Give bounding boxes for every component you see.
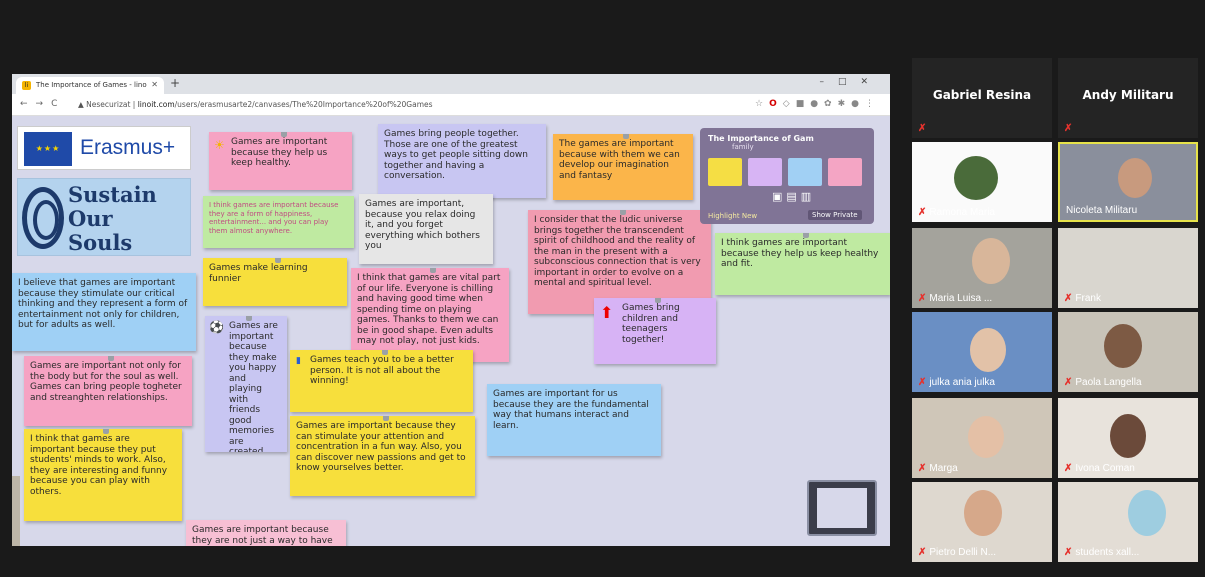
participant-tile[interactable]: ✗ Marga bbox=[912, 398, 1052, 478]
participant-name: students xall... bbox=[1075, 547, 1140, 558]
pink-sticky-swatch[interactable] bbox=[828, 158, 862, 186]
sticky-note[interactable]: Games are important not only for the bod… bbox=[24, 356, 192, 426]
sticky-note[interactable]: Games are important because they can sti… bbox=[290, 416, 475, 496]
lino-canvas[interactable]: ★★★ Erasmus+ Sustain Our Souls ☀ Games ar… bbox=[12, 116, 890, 546]
mic-muted-icon: ✗ bbox=[1064, 123, 1073, 134]
participant-name: Nicoleta Militaru bbox=[1066, 205, 1138, 216]
mic-muted-icon: ✗ bbox=[918, 293, 927, 304]
browser-tab[interactable]: li The Importance of Games - lino ✕ bbox=[16, 77, 164, 94]
participant-name: Gabriel Resina bbox=[932, 88, 1032, 102]
sticky-note[interactable]: Games are important for us because they … bbox=[487, 384, 661, 456]
url-field[interactable]: ▲ Nesecurizat | linoit.com/users/erasmus… bbox=[78, 100, 433, 109]
sticky-note[interactable]: Games are important, because you relax d… bbox=[359, 194, 493, 264]
widget-title: The Importance of Gam bbox=[708, 134, 814, 143]
canvas-minimap[interactable] bbox=[807, 480, 877, 536]
close-tab-icon[interactable]: ✕ bbox=[151, 80, 158, 89]
participant-tile[interactable]: ✗ Maria Luisa ... bbox=[912, 228, 1052, 308]
participant-tile[interactable]: ✗ students xall... bbox=[1058, 482, 1198, 562]
participant-tile[interactable]: ✗ Frank bbox=[1058, 228, 1198, 308]
participant-tile[interactable]: ✗ Pietro Delli N... bbox=[912, 482, 1052, 562]
participant-name: Ivona Coman bbox=[1075, 463, 1135, 474]
participant-tile[interactable]: Gabriel Resina ✗ bbox=[912, 58, 1052, 138]
sticky-note[interactable]: Games are important because they are not… bbox=[186, 520, 346, 546]
url-security-label: Nesecurizat bbox=[86, 100, 131, 109]
participant-tile[interactable]: ✗ Ivona Coman bbox=[1058, 398, 1198, 478]
window-controls[interactable]: –□✕ bbox=[819, 77, 882, 87]
url-host: linoit.com bbox=[137, 100, 175, 109]
participant-name: Andy Militaru bbox=[1082, 88, 1174, 102]
tab-bar: li The Importance of Games - lino ✕ + –□… bbox=[12, 74, 890, 94]
mic-muted-icon: ✗ bbox=[1064, 463, 1073, 474]
mic-muted-icon: ✗ bbox=[918, 207, 927, 218]
highlight-new-toggle[interactable]: Highlight New bbox=[708, 212, 757, 220]
nav-buttons[interactable]: ←→C bbox=[20, 99, 65, 109]
sticky-note[interactable]: I think games are important because they… bbox=[203, 196, 354, 248]
participant-name: Ramona Maria bbox=[929, 207, 995, 218]
show-private-button[interactable]: Show Private bbox=[808, 210, 862, 220]
participant-name: Pietro Delli N... bbox=[929, 547, 997, 558]
participant-tile[interactable]: ✗ Ramona Maria bbox=[912, 142, 1052, 222]
mic-muted-icon: ✗ bbox=[918, 123, 927, 134]
erasmus-logo-text: Erasmus+ bbox=[80, 136, 176, 159]
mic-muted-icon: ✗ bbox=[918, 377, 927, 388]
yellow-sticky-swatch[interactable] bbox=[708, 158, 742, 186]
browser-window: li The Importance of Games - lino ✕ + –□… bbox=[12, 74, 890, 546]
participant-tile[interactable]: Andy Militaru ✗ bbox=[1058, 58, 1198, 138]
new-tab-icon[interactable]: + bbox=[170, 76, 180, 90]
purple-sticky-swatch[interactable] bbox=[748, 158, 782, 186]
participant-tile[interactable]: ✗ julka ania julka bbox=[912, 312, 1052, 392]
erasmus-logo: ★★★ Erasmus+ bbox=[17, 126, 191, 170]
extension-icons[interactable]: ☆O◇■●✿✱●⋮ bbox=[755, 99, 880, 109]
sticky-note[interactable]: ⚽ Games are important because they make y… bbox=[205, 316, 287, 452]
sticky-note[interactable]: ☀ Games are important because they help u… bbox=[209, 132, 352, 190]
sos-logo-text: Sustain Our Souls bbox=[68, 182, 157, 255]
sticky-note[interactable]: I believe that games are important becau… bbox=[12, 273, 196, 351]
participant-tile-active-speaker[interactable]: Nicoleta Militaru bbox=[1058, 142, 1198, 222]
mic-muted-icon: ✗ bbox=[918, 547, 927, 558]
spiral-icon bbox=[22, 187, 64, 249]
sticky-note[interactable]: Games make learning funnier bbox=[203, 258, 347, 306]
sticky-note[interactable]: The games are important because with the… bbox=[553, 134, 693, 200]
screen: li The Importance of Games - lino ✕ + –□… bbox=[0, 0, 1205, 577]
mic-muted-icon: ✗ bbox=[1064, 547, 1073, 558]
sticky-note[interactable]: I think that games are vital part of our… bbox=[351, 268, 509, 362]
sustain-our-souls-logo: Sustain Our Souls bbox=[17, 178, 191, 256]
widget-tool-icons[interactable]: ▣▤▥ bbox=[772, 190, 815, 203]
board-widget[interactable]: The Importance of Gam family ▣▤▥ Highlig… bbox=[700, 128, 874, 224]
mic-muted-icon: ✗ bbox=[1064, 377, 1073, 388]
participant-name: Frank bbox=[1075, 293, 1101, 304]
participant-name: Paola Langella bbox=[1075, 377, 1142, 388]
participant-tile[interactable]: ✗ Paola Langella bbox=[1058, 312, 1198, 392]
blue-sticky-swatch[interactable] bbox=[788, 158, 822, 186]
sticky-note[interactable]: I think games are important because they… bbox=[715, 233, 890, 295]
mic-muted-icon: ✗ bbox=[918, 463, 927, 474]
participant-name: julka ania julka bbox=[929, 377, 995, 388]
participant-name: Marga bbox=[929, 463, 958, 474]
sticky-note[interactable]: I think that games are important because… bbox=[24, 429, 182, 521]
warning-icon: ▲ bbox=[78, 100, 87, 109]
sticky-note[interactable]: Games bring people together. Those are o… bbox=[378, 124, 546, 198]
mic-muted-icon: ✗ bbox=[1064, 293, 1073, 304]
participant-name: Maria Luisa ... bbox=[929, 293, 993, 304]
sticky-note[interactable]: ▮ Games teach you to be a better person. … bbox=[290, 350, 473, 412]
canvas-scrollbar[interactable] bbox=[12, 476, 20, 546]
lino-favicon-icon: li bbox=[22, 81, 31, 90]
url-path: /users/erasmusarte2/canvases/The%20Impor… bbox=[174, 100, 433, 109]
address-bar: ←→C ▲ Nesecurizat | linoit.com/users/era… bbox=[12, 94, 890, 116]
tab-title: The Importance of Games - lino bbox=[36, 81, 147, 89]
eu-flag-icon: ★★★ bbox=[24, 132, 72, 166]
widget-subtitle: family bbox=[732, 143, 754, 151]
sticky-note[interactable]: ⬆ Games bring children and teenagers toge… bbox=[594, 298, 716, 364]
